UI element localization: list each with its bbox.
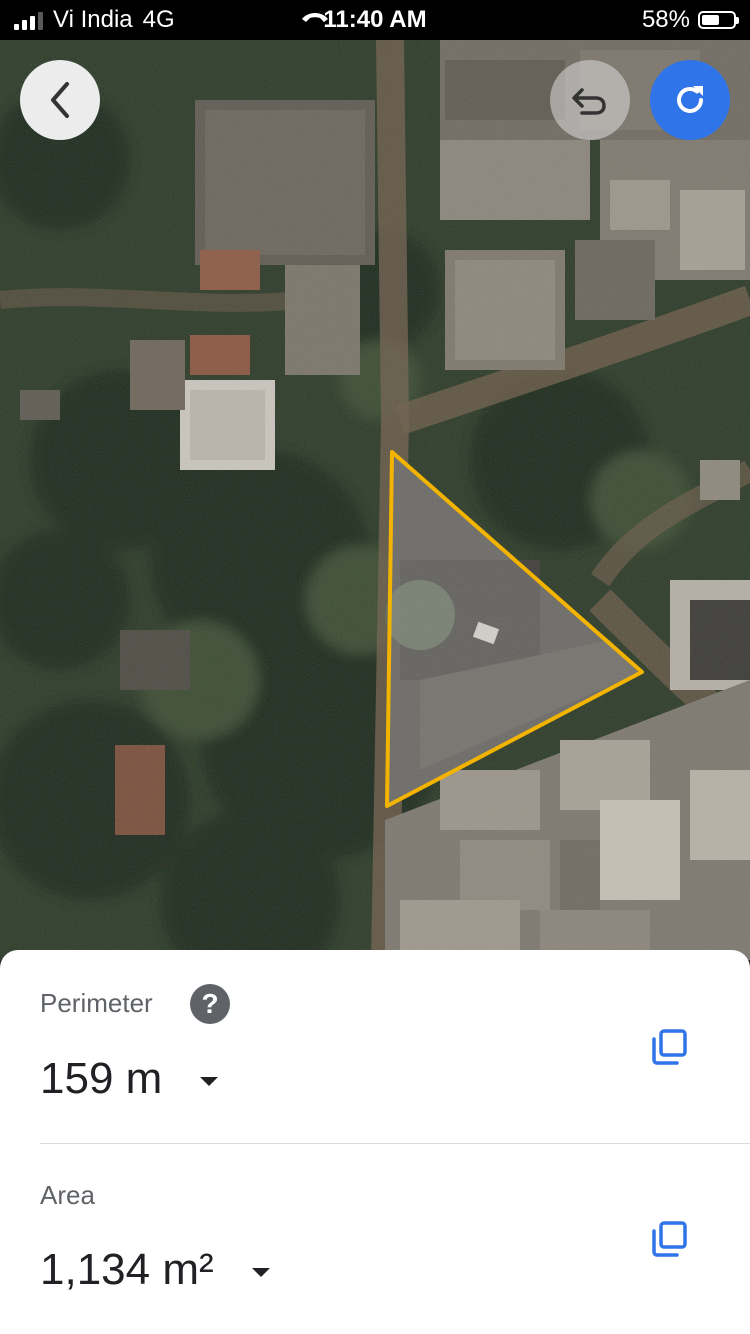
area-label: Area xyxy=(40,1180,95,1210)
chevron-left-icon xyxy=(51,82,69,118)
clock: 11:40 AM xyxy=(323,6,427,33)
dropdown-arrow-icon xyxy=(200,1076,219,1086)
copy-icon[interactable] xyxy=(650,1220,688,1258)
measurement-panel: Perimeter ? 159 m Area 1,134 m² xyxy=(0,950,750,1334)
area-value-dropdown[interactable]: 1,134 m² xyxy=(40,1245,270,1295)
copy-icon[interactable] xyxy=(650,1028,688,1066)
undo-icon xyxy=(572,88,606,115)
undo-button[interactable] xyxy=(550,60,630,140)
divider xyxy=(40,1143,750,1144)
redo-icon xyxy=(677,86,703,113)
dropdown-arrow-icon xyxy=(251,1267,270,1277)
redo-button[interactable] xyxy=(650,60,730,140)
satellite-map[interactable] xyxy=(0,40,750,960)
battery-icon xyxy=(698,11,739,29)
perimeter-value: 159 m xyxy=(40,1054,163,1103)
battery-indicator: 58% xyxy=(641,6,739,34)
perimeter-label: Perimeter xyxy=(40,988,153,1018)
status-bar: Vi India 4G 11:40 AM 58% xyxy=(0,0,750,40)
back-button[interactable] xyxy=(20,60,100,140)
perimeter-value-dropdown[interactable]: 159 m xyxy=(40,1054,219,1104)
help-icon[interactable]: ? xyxy=(190,984,230,1024)
area-value: 1,134 m² xyxy=(40,1245,214,1294)
battery-percent: 58% xyxy=(641,6,690,33)
